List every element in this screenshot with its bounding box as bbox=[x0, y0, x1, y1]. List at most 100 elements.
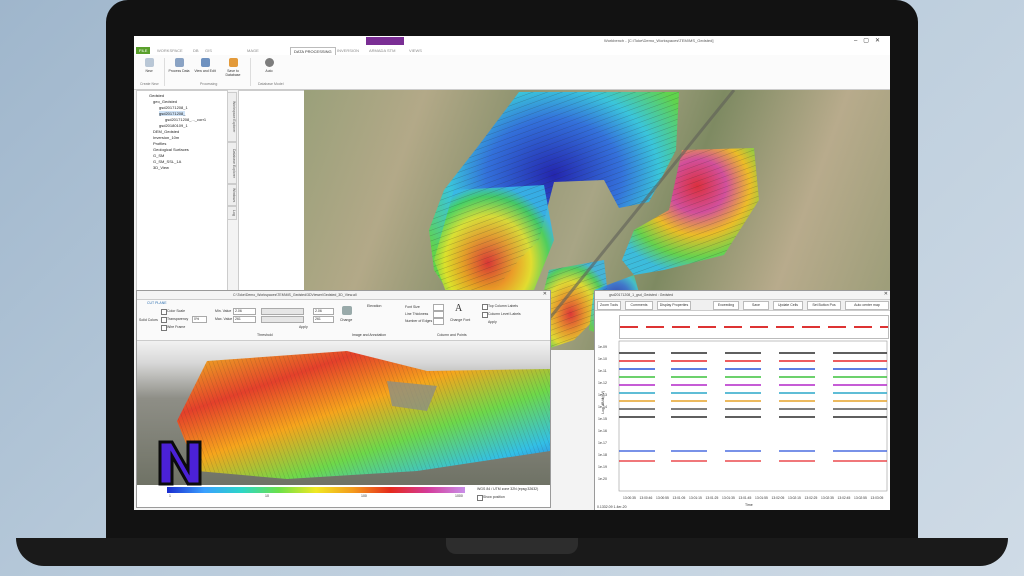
tab-cut-plane[interactable]: CUT PLANE bbox=[147, 301, 167, 305]
apply-button[interactable]: Apply bbox=[488, 320, 497, 324]
tab-data-processing[interactable]: DATA PROCESSING bbox=[290, 47, 336, 55]
min-slider[interactable] bbox=[261, 308, 304, 315]
tree-item[interactable]: gsd20171208_ bbox=[159, 111, 186, 116]
workspace-tree: Gedsted geo_Gedsted gsd20171208_1 gsd201… bbox=[136, 90, 228, 292]
image-annotation-group-label: Image and Annotation bbox=[352, 333, 387, 337]
side-tab-workspace-explorer[interactable]: Workspace Explorer bbox=[227, 92, 237, 142]
group-label-processing: Processing bbox=[200, 82, 218, 86]
colorbar-tick: 1000 bbox=[455, 494, 463, 498]
app-screen: Workbench - [C:\Toke\Demo_Workspaces\TEM… bbox=[134, 36, 890, 510]
x-tick-label: 13:01:35 bbox=[722, 496, 735, 500]
x-tick-label: 13:01:45 bbox=[739, 496, 752, 500]
tab-gis[interactable]: GIS bbox=[202, 47, 215, 54]
tree-item[interactable]: 3D_View bbox=[153, 165, 169, 170]
apply-threshold[interactable]: Apply bbox=[299, 325, 308, 329]
y-tick-label: 1e-15 bbox=[598, 417, 607, 421]
update-cells-button[interactable]: Update Cells bbox=[773, 301, 803, 310]
min-value-field-2[interactable]: 2.06 bbox=[313, 308, 334, 315]
side-tab-windows[interactable]: Windows bbox=[227, 184, 237, 206]
nemo-logo bbox=[158, 440, 202, 486]
group-label-create: Create New bbox=[140, 82, 159, 86]
column-points-group-label: Column and Points bbox=[437, 333, 467, 337]
tab-workspace[interactable]: WORKSPACE bbox=[154, 47, 186, 54]
tab-armada-stm[interactable]: ARMADA STM bbox=[366, 47, 398, 54]
tab-views[interactable]: VIEWS bbox=[406, 47, 425, 54]
process-data-button[interactable]: Process Data bbox=[168, 58, 190, 73]
save-to-database-button[interactable]: Save to Database bbox=[222, 58, 244, 77]
x-tick-label: 13:02:15 bbox=[788, 496, 801, 500]
x-tick-label: 13:01:55 bbox=[755, 496, 768, 500]
min-value-field[interactable]: 2.06 bbox=[233, 308, 256, 315]
view-edit-icon bbox=[200, 58, 210, 67]
display-properties-button[interactable]: Display Properties bbox=[657, 301, 691, 310]
tab-db[interactable]: DB bbox=[190, 47, 202, 54]
side-tab-database-explorer[interactable]: Database Explorer bbox=[227, 142, 237, 184]
tree-item[interactable]: geo_Gedsted bbox=[153, 99, 177, 104]
change-font-button[interactable]: Change Font bbox=[450, 318, 470, 322]
tree-item[interactable]: gsd20180109_1 bbox=[159, 123, 188, 128]
x-tick-label: 13:01:05 bbox=[673, 496, 686, 500]
properties-panel bbox=[238, 90, 306, 292]
tab-file[interactable]: FILE bbox=[136, 47, 151, 54]
3d-toolbar: CUT PLANE Solid Colors Color Scale Trans… bbox=[137, 300, 550, 341]
tree-item[interactable]: G_SM bbox=[153, 153, 164, 158]
min-value-label: Min. Value bbox=[215, 309, 232, 313]
tree-item[interactable]: G_SM_SSL_1A bbox=[153, 159, 181, 164]
change-button[interactable]: Change bbox=[340, 318, 352, 322]
tree-item[interactable]: Profiles bbox=[153, 141, 166, 146]
close-icon[interactable]: ✕ bbox=[543, 291, 547, 297]
top-signal-panel bbox=[619, 315, 889, 339]
y-tick-label: 1e-12 bbox=[598, 381, 607, 385]
max-value-field-2[interactable]: 261 bbox=[313, 316, 334, 323]
number-of-edges-field[interactable] bbox=[433, 318, 444, 325]
tree-item[interactable]: DEM_Gedsted bbox=[153, 129, 179, 134]
y-tick-label: 1e-19 bbox=[598, 465, 607, 469]
transparency-field[interactable]: 0% bbox=[192, 316, 207, 323]
y-tick-label: 1e-09 bbox=[598, 345, 607, 349]
window-controls[interactable]: –▢✕ bbox=[854, 37, 886, 44]
x-tick-label: 13:02:55 bbox=[854, 496, 867, 500]
tab-mage[interactable]: MAGE bbox=[244, 47, 262, 54]
tree-item[interactable]: Gedsted bbox=[149, 93, 164, 98]
comments-button[interactable]: Comments bbox=[625, 301, 653, 310]
y-tick-label: 1e-10 bbox=[598, 357, 607, 361]
side-tab-log[interactable]: Log bbox=[227, 206, 237, 220]
max-value-field[interactable]: 261 bbox=[233, 316, 256, 323]
tree-item[interactable]: gsd20171208_1 bbox=[159, 105, 188, 110]
gear-icon bbox=[264, 58, 274, 67]
y-tick-label: 1e-11 bbox=[598, 369, 607, 373]
top-labels-label: Top Column Labels bbox=[488, 304, 518, 308]
x-tick-label: 13:00:55 bbox=[656, 496, 669, 500]
tree-item[interactable]: Geological Surfaces bbox=[153, 147, 189, 152]
view-edit-button[interactable]: View and Edit bbox=[194, 58, 216, 73]
tree-item[interactable]: gsd20171208_..._corr1 bbox=[165, 117, 206, 122]
save-button[interactable]: Save bbox=[743, 301, 769, 310]
zoom-tools-button[interactable]: Zoom Tools bbox=[597, 301, 621, 310]
plot-window-titlebar: gsd20171208_1_gsd_Gedsted : Gedsted ✕ bbox=[595, 291, 890, 300]
decay-plot[interactable]: 1e-091e-101e-111e-121e-131e-141e-151e-16… bbox=[595, 339, 890, 510]
transparency-label: Transparency bbox=[167, 317, 189, 321]
laptop-notch bbox=[446, 538, 578, 554]
y-axis-label: Log. dB/dt(nV) bbox=[601, 391, 605, 414]
x-tick-label: 13:02:25 bbox=[805, 496, 818, 500]
auto-center-map-toggle[interactable]: Auto center map bbox=[845, 301, 889, 310]
x-tick-label: 13:00:35 bbox=[623, 496, 636, 500]
set-button-pos-button[interactable]: Set Button Pos bbox=[807, 301, 841, 310]
font-size-field[interactable] bbox=[433, 304, 444, 311]
tab-inversion[interactable]: INVERSION bbox=[334, 47, 362, 54]
window-title: Workbench - [C:\Toke\Demo_Workspaces\TEM… bbox=[604, 38, 714, 43]
wire-frame-label: Wire Frame bbox=[167, 325, 186, 329]
line-thickness-field[interactable] bbox=[433, 311, 444, 318]
max-slider[interactable] bbox=[261, 316, 304, 323]
font-a-icon: A bbox=[455, 303, 463, 314]
x-tick-label: 13:01:25 bbox=[706, 496, 719, 500]
x-tick-label: 13:03:05 bbox=[871, 496, 884, 500]
exceeding-button[interactable]: Exceeding bbox=[713, 301, 739, 310]
elevation-label: Elevation bbox=[367, 304, 382, 308]
auto-button[interactable]: Auto bbox=[258, 58, 280, 73]
new-button[interactable]: New bbox=[138, 58, 160, 73]
solid-colors-label[interactable]: Solid Colors bbox=[139, 318, 158, 322]
color-bar bbox=[167, 487, 465, 493]
tree-item[interactable]: Inversion_10m bbox=[153, 135, 179, 140]
close-icon[interactable]: ✕ bbox=[884, 291, 888, 297]
